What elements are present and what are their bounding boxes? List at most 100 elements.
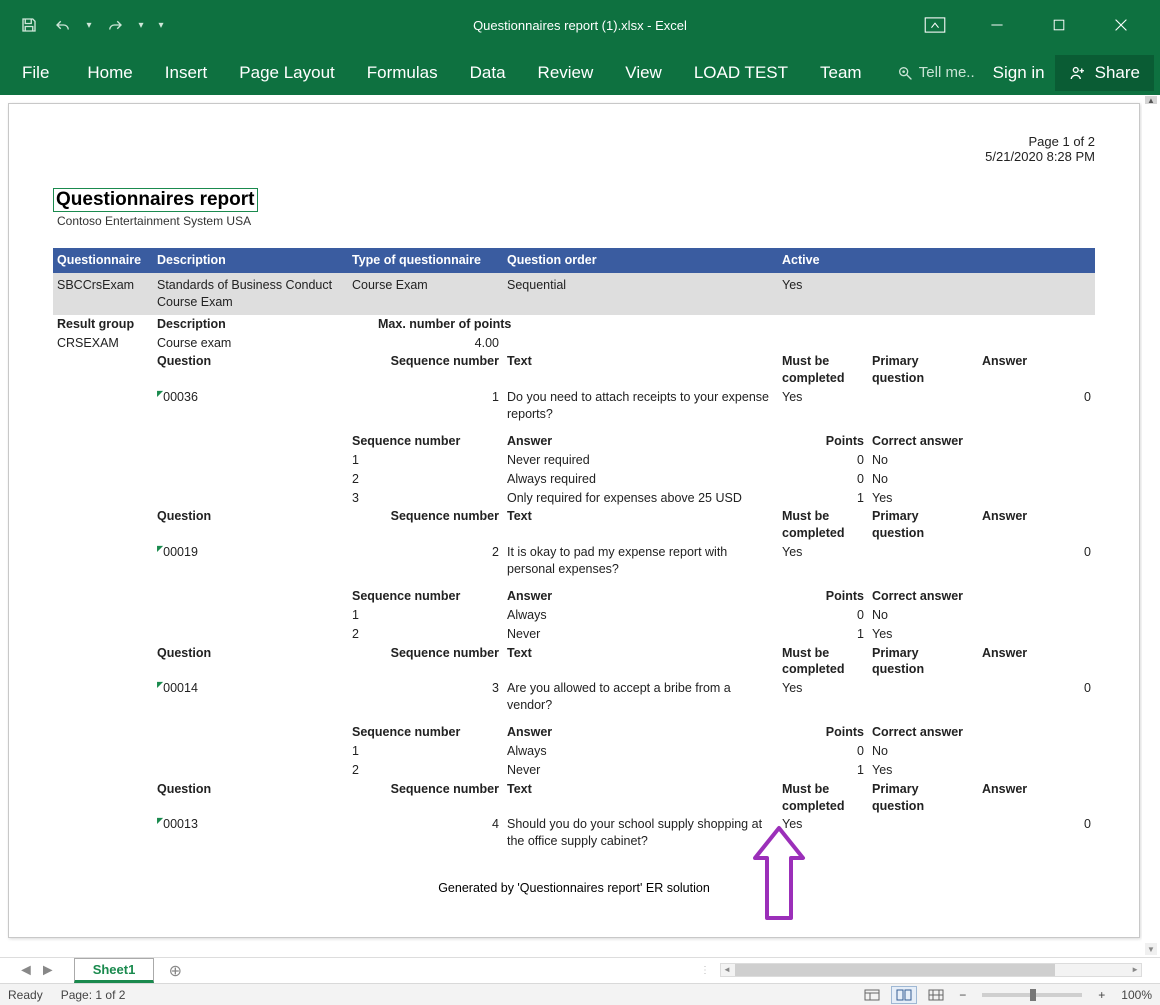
hscroll-left-icon[interactable]: ◄ <box>723 965 731 974</box>
sheet-tab-strip: ◄ ► Sheet1 ⊕ ⋮ ◄ ► <box>0 957 1160 983</box>
vertical-scrollbar[interactable]: ▲ ▼ <box>1142 95 1160 957</box>
page-header-meta: Page 1 of 2 5/21/2020 8:28 PM <box>985 134 1095 164</box>
answer-row: 1Never required0No <box>53 451 1095 470</box>
close-button[interactable] <box>1102 10 1140 40</box>
cell: Correct answer <box>868 587 978 606</box>
zoom-slider-thumb[interactable] <box>1030 989 1036 1001</box>
minimize-button[interactable] <box>978 10 1016 40</box>
sheet-next-icon[interactable]: ► <box>40 962 56 980</box>
cell-rg-max: 4.00 <box>348 334 503 353</box>
undo-dropdown-icon[interactable]: ▾ <box>82 10 96 40</box>
cell: Points <box>778 587 868 606</box>
zoom-slider[interactable] <box>982 993 1082 997</box>
cell: Primary question <box>868 507 978 543</box>
cell <box>53 625 153 644</box>
cell: 0 <box>978 679 1095 715</box>
cell: Always <box>503 606 778 625</box>
hscroll-right-icon[interactable]: ► <box>1131 965 1139 974</box>
cell <box>978 761 1095 780</box>
cell: Yes <box>778 679 868 715</box>
sign-in-button[interactable]: Sign in <box>983 55 1055 91</box>
col-description: Description <box>153 248 348 273</box>
cell <box>978 587 1095 606</box>
cell <box>868 543 978 579</box>
cell <box>978 742 1095 761</box>
cell: Correct answer <box>868 432 978 451</box>
horizontal-scrollbar[interactable]: ◄ ► <box>720 963 1142 977</box>
tab-review[interactable]: Review <box>522 55 610 91</box>
tab-view[interactable]: View <box>609 55 678 91</box>
cell: Yes <box>868 625 978 644</box>
print-preview-page[interactable]: Page 1 of 2 5/21/2020 8:28 PM Questionna… <box>8 103 1140 938</box>
answer-row: 3Only required for expenses above 25 USD… <box>53 489 1095 508</box>
cell: Question <box>153 352 348 388</box>
tab-page-layout[interactable]: Page Layout <box>223 55 350 91</box>
scroll-down-icon[interactable]: ▼ <box>1145 943 1157 955</box>
cell: 0 <box>778 451 868 470</box>
cell <box>978 451 1095 470</box>
cell: 2 <box>348 543 503 579</box>
col-active: Active <box>778 248 868 273</box>
page-datetime: 5/21/2020 8:28 PM <box>985 149 1095 164</box>
cell: Question <box>153 644 348 680</box>
cell: Always required <box>503 470 778 489</box>
cell: Question <box>153 507 348 543</box>
share-button[interactable]: Share <box>1055 55 1154 91</box>
view-page-break-button[interactable] <box>923 986 949 1004</box>
tab-load-test[interactable]: LOAD TEST <box>678 55 804 91</box>
cell: Yes <box>868 489 978 508</box>
qat-customize-icon[interactable]: ▾ <box>152 10 170 40</box>
sheet-prev-icon[interactable]: ◄ <box>18 962 34 980</box>
cell-description: Standards of Business Conduct Course Exa… <box>153 273 348 315</box>
cell: Never <box>503 761 778 780</box>
cell: Must be completed <box>778 352 868 388</box>
tab-insert[interactable]: Insert <box>149 55 224 91</box>
ribbon-display-options-button[interactable] <box>916 10 954 40</box>
tab-splitter[interactable]: ⋮ <box>700 962 706 979</box>
undo-button[interactable] <box>48 10 78 40</box>
scroll-up-icon[interactable]: ▲ <box>1145 96 1157 104</box>
cell <box>53 489 153 508</box>
view-page-layout-button[interactable] <box>891 986 917 1004</box>
cell-rg-desc: Course exam <box>153 334 348 353</box>
question-header: QuestionSequence numberTextMust be compl… <box>53 507 1095 543</box>
cell: Yes <box>868 761 978 780</box>
cell <box>53 587 153 606</box>
zoom-out-button[interactable]: − <box>955 988 970 1002</box>
tab-data[interactable]: Data <box>454 55 522 91</box>
col-type: Type of questionnaire <box>348 248 503 273</box>
redo-button[interactable] <box>100 10 130 40</box>
cell: Sequence number <box>348 432 503 451</box>
report-table: Questionnaire Description Type of questi… <box>53 248 1095 859</box>
cell <box>868 679 978 715</box>
tab-home[interactable]: Home <box>71 55 148 91</box>
cell: Primary question <box>868 352 978 388</box>
answer-row: 1Always0No <box>53 606 1095 625</box>
cell: 4 <box>348 815 503 851</box>
save-button[interactable] <box>14 10 44 40</box>
annotation-arrow-icon <box>751 824 807 929</box>
zoom-in-button[interactable]: + <box>1094 988 1109 1002</box>
cell <box>153 587 348 606</box>
share-label: Share <box>1095 63 1140 83</box>
tab-formulas[interactable]: Formulas <box>351 55 454 91</box>
file-tab[interactable]: File <box>0 55 71 91</box>
cell: 0 <box>978 543 1095 579</box>
workspace: Page 1 of 2 5/21/2020 8:28 PM Questionna… <box>0 95 1160 957</box>
tell-me-label: Tell me.. <box>919 64 975 81</box>
maximize-button[interactable] <box>1040 10 1078 40</box>
sheet-tab-sheet1[interactable]: Sheet1 <box>74 958 155 983</box>
cell: 1 <box>348 451 503 470</box>
sheet-nav[interactable]: ◄ ► <box>0 962 74 980</box>
tell-me-search[interactable]: Tell me.. <box>889 56 983 89</box>
cell <box>978 723 1095 742</box>
cell: 2 <box>348 470 503 489</box>
view-normal-button[interactable] <box>859 986 885 1004</box>
cell: 1 <box>348 742 503 761</box>
answer-header: Sequence numberAnswerPointsCorrect answe… <box>53 432 1095 451</box>
cell <box>153 761 348 780</box>
redo-dropdown-icon[interactable]: ▾ <box>134 10 148 40</box>
tab-team[interactable]: Team <box>804 55 878 91</box>
hscroll-thumb[interactable] <box>735 964 1055 976</box>
add-sheet-button[interactable]: ⊕ <box>164 960 186 982</box>
